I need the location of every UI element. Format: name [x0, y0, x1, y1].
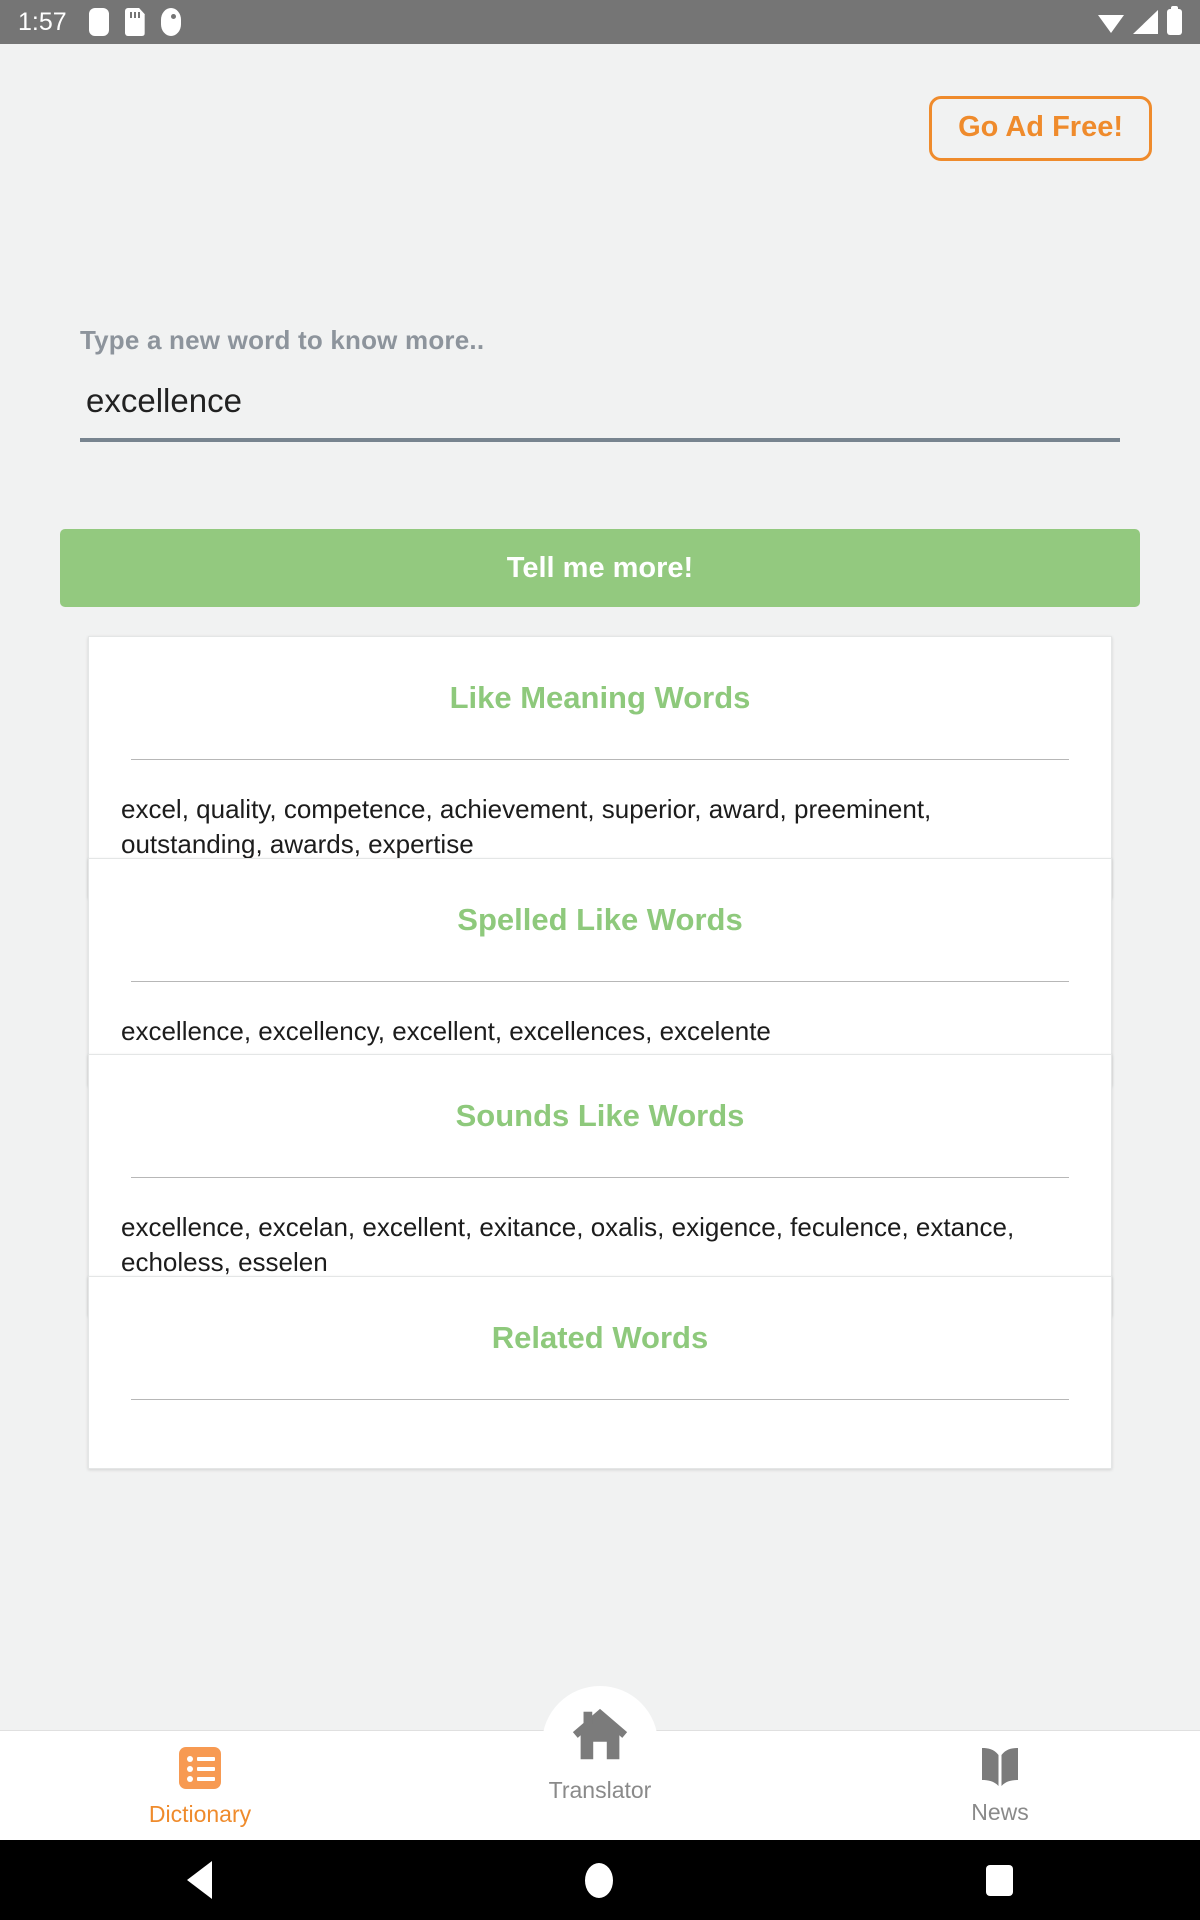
back-triangle-icon[interactable] [186, 1861, 212, 1899]
nav-label-news: News [971, 1799, 1029, 1825]
home-circle-icon[interactable] [584, 1862, 613, 1898]
app-root: 1:57 Go Ad Free! Type a new word to know… [0, 0, 1200, 1920]
bottom-navigation: Dictionary Translator News [0, 1708, 1200, 1840]
book-icon [982, 1748, 1018, 1786]
recents-square-icon[interactable] [986, 1864, 1014, 1896]
nav-item-dictionary[interactable]: Dictionary [0, 1731, 400, 1840]
battery-icon [1167, 6, 1182, 35]
card-body [89, 1400, 1111, 1468]
search-area: Type a new word to know more.. [80, 325, 1120, 442]
status-bar-left-icons [88, 8, 181, 36]
wifi-icon [1098, 14, 1124, 33]
status-bar-clock: 1:57 [18, 7, 67, 36]
android-navigation-bar [0, 1840, 1200, 1920]
android-status-bar: 1:57 [0, 0, 1200, 44]
app-badge-icon [160, 8, 181, 36]
search-label: Type a new word to know more.. [80, 325, 485, 355]
card-title: Spelled Like Words [457, 902, 743, 937]
result-card: Spelled Like Words excellence, excellenc… [88, 858, 1112, 1086]
nav-label-dictionary: Dictionary [148, 1801, 252, 1827]
sd-card-icon [125, 8, 145, 36]
go-ad-free-container: Go Ad Free! [929, 96, 1152, 161]
nav-label-translator: Translator [548, 1777, 652, 1803]
card-title: Related Words [491, 1320, 709, 1355]
search-input[interactable] [80, 382, 1120, 442]
nav-item-news[interactable]: News [800, 1731, 1200, 1840]
result-card: Related Words [88, 1276, 1112, 1469]
cellular-signal-icon [1133, 10, 1158, 34]
list-icon [179, 1747, 221, 1789]
nav-item-translator[interactable]: Translator [400, 1708, 800, 1840]
app-notification-icon [88, 8, 109, 36]
card-title: Like Meaning Words [449, 680, 751, 715]
home-icon [572, 1708, 628, 1760]
tell-me-more-button[interactable]: Tell me more! [60, 529, 1140, 607]
card-title: Sounds Like Words [455, 1098, 745, 1133]
go-ad-free-button[interactable]: Go Ad Free! [929, 96, 1152, 161]
status-bar-right-icons [1098, 6, 1182, 35]
